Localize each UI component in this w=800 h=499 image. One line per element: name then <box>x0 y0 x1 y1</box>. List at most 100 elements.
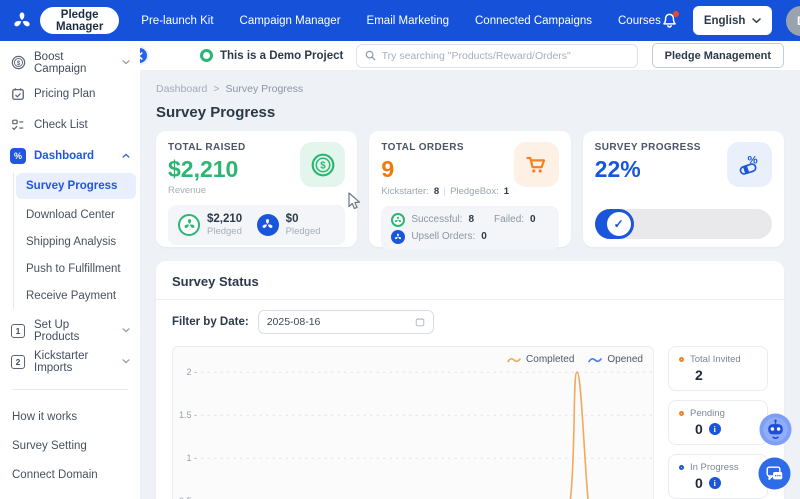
sidebar-collapse-button[interactable] <box>140 46 149 65</box>
nav-link-courses[interactable]: Courses <box>618 15 661 27</box>
nav-right-cluster: English D <box>661 6 800 36</box>
pledgebox-green-icon <box>391 213 405 227</box>
orders-breakdown: Successful:8 Failed:0 Upsell Orders:0 <box>381 206 558 250</box>
chevron-down-icon <box>122 359 130 364</box>
stat-label: Pending <box>690 408 725 419</box>
nav-link-email-marketing[interactable]: Email Marketing <box>367 15 449 27</box>
sidebar-item-how-it-works[interactable]: How it works <box>0 402 140 431</box>
sidebar-item-dashboard[interactable]: % Dashboard <box>0 140 140 171</box>
demo-project-icon <box>200 49 213 62</box>
orders-success-row: Successful:8 Failed:0 <box>391 211 548 228</box>
dashboard-submenu: Survey Progress Download Center Shipping… <box>13 173 136 309</box>
chevron-down-icon <box>752 18 761 24</box>
nav-link-campaign-manager[interactable]: Campaign Manager <box>240 15 341 27</box>
sidebar-item-label: Boost Campaign <box>34 51 114 75</box>
breadcrumb-current: Survey Progress <box>226 83 304 95</box>
language-selector[interactable]: English <box>693 6 773 35</box>
sidebar-item-boost-campaign[interactable]: $ Boost Campaign <box>0 47 140 78</box>
project-toolbar: This is a Demo Project Pledge Management <box>140 41 800 71</box>
svg-text:$: $ <box>320 160 326 171</box>
sidebar-item-kickstarter-imports[interactable]: 2 Kickstarter Imports <box>0 346 140 377</box>
chevron-left-icon <box>140 52 143 60</box>
notification-bell-icon[interactable] <box>661 12 679 30</box>
sidebar-item-label: Kickstarter Imports <box>34 350 114 374</box>
global-search[interactable] <box>356 44 638 68</box>
survey-progress-bar-fill: ✓ <box>595 209 634 239</box>
sidebar-item-push-to-fulfillment[interactable]: Push to Fulfillment <box>16 255 136 282</box>
chatbot-assistant-button[interactable] <box>759 413 792 446</box>
pledged-breakdown: $2,210 Pledged $0 Pledged <box>168 205 345 245</box>
checklist-icon <box>10 117 26 133</box>
nav-links: Pre-launch Kit Campaign Manager Email Ma… <box>141 15 661 27</box>
pledgebox-green-icon <box>178 214 200 236</box>
sidebar-item-set-up-products[interactable]: 1 Set Up Products <box>0 315 140 346</box>
search-icon <box>365 50 376 61</box>
breadcrumb: Dashboard > Survey Progress <box>156 83 784 95</box>
stat-card-total-invited: Total Invited 2 <box>668 346 768 391</box>
stat-dot <box>679 357 684 362</box>
top-navigation: Pledge Manager Pre-launch Kit Campaign M… <box>0 0 800 41</box>
info-icon[interactable]: i <box>709 477 721 489</box>
nav-tab-pledge-manager[interactable]: Pledge Manager <box>40 7 119 34</box>
sidebar-item-pricing-plan[interactable]: Pricing Plan <box>0 78 140 109</box>
card-total-orders: TOTAL ORDERS 9 Kickstarter:8 PledgeBox:1 <box>369 131 570 247</box>
sidebar-item-label: Dashboard <box>34 150 94 162</box>
brand-logo-icon <box>12 10 32 32</box>
sidebar-item-label: Check List <box>34 119 88 131</box>
stat-label: In Progress <box>690 462 739 473</box>
language-label: English <box>704 15 746 27</box>
date-input[interactable] <box>267 316 415 328</box>
percent-pill-icon: % <box>727 142 772 187</box>
breadcrumb-parent[interactable]: Dashboard <box>156 83 207 95</box>
sidebar-item-connect-domain[interactable]: Connect Domain <box>0 460 140 489</box>
sidebar: $ Boost Campaign Pricing Plan Check List <box>0 41 140 499</box>
card-total-raised: TOTAL RAISED $2,210 Revenue $ <box>156 131 357 247</box>
sidebar-item-check-list[interactable]: Check List <box>0 109 140 140</box>
stat-value: 0 <box>695 475 703 491</box>
filter-by-date-label: Filter by Date: <box>172 316 249 328</box>
live-chat-button[interactable] <box>758 457 791 490</box>
sidebar-item-shipping-analysis[interactable]: Shipping Analysis <box>16 228 136 255</box>
survey-status-section: Survey Status Filter by Date: <box>156 261 784 499</box>
search-input[interactable] <box>382 50 629 62</box>
survey-status-chart: Completed Opened 2 -1.5 -1 -0.5 - <box>172 346 654 499</box>
pledgebox-blue-icon <box>391 230 405 244</box>
page-title: Survey Progress <box>156 104 784 121</box>
demo-project-label: This is a Demo Project <box>220 50 343 62</box>
pledged-green-item: $2,210 Pledged <box>178 212 257 238</box>
user-avatar[interactable]: D <box>786 6 800 36</box>
page-content: Dashboard > Survey Progress Survey Progr… <box>140 71 800 499</box>
card-survey-progress: SURVEY PROGRESS 22% % ✓ <box>583 131 784 247</box>
pledged-blue-item: $0 Pledged <box>257 212 336 238</box>
survey-status-title: Survey Status <box>172 274 768 289</box>
nav-link-prelaunch-kit[interactable]: Pre-launch Kit <box>141 15 213 27</box>
info-icon[interactable]: i <box>709 423 721 435</box>
card-label: SURVEY PROGRESS <box>595 142 701 153</box>
main-area: This is a Demo Project Pledge Management… <box>140 41 800 499</box>
sidebar-item-download-center[interactable]: Download Center <box>16 201 136 228</box>
shopping-cart-icon <box>514 142 559 187</box>
pledged-amount: $2,210 <box>207 212 242 226</box>
date-picker[interactable] <box>258 310 434 334</box>
sidebar-item-receive-payment[interactable]: Receive Payment <box>16 282 136 309</box>
revenue-label: Revenue <box>168 185 246 196</box>
step-2-icon: 2 <box>10 354 26 370</box>
dollar-coin-icon: $ <box>300 142 345 187</box>
survey-progress-bar[interactable]: ✓ <box>595 209 772 239</box>
stat-label: Total Invited <box>690 354 741 365</box>
stat-value: 2 <box>695 367 703 383</box>
stat-dot <box>679 465 684 470</box>
nav-link-connected-campaigns[interactable]: Connected Campaigns <box>475 15 592 27</box>
coin-icon: $ <box>10 55 26 71</box>
pledge-management-button[interactable]: Pledge Management <box>652 43 784 68</box>
calendar-icon <box>415 317 425 327</box>
stat-card-pending: Pending 0 i <box>668 400 768 445</box>
pledged-label: Pledged <box>286 226 321 237</box>
card-label: TOTAL RAISED <box>168 142 246 153</box>
survey-progress-value: 22% <box>595 156 701 183</box>
divider <box>156 299 784 300</box>
stat-value: 0 <box>695 421 703 437</box>
sidebar-item-survey-progress[interactable]: Survey Progress <box>16 173 136 199</box>
sidebar-item-survey-setting[interactable]: Survey Setting <box>0 431 140 460</box>
stat-dot <box>679 411 684 416</box>
